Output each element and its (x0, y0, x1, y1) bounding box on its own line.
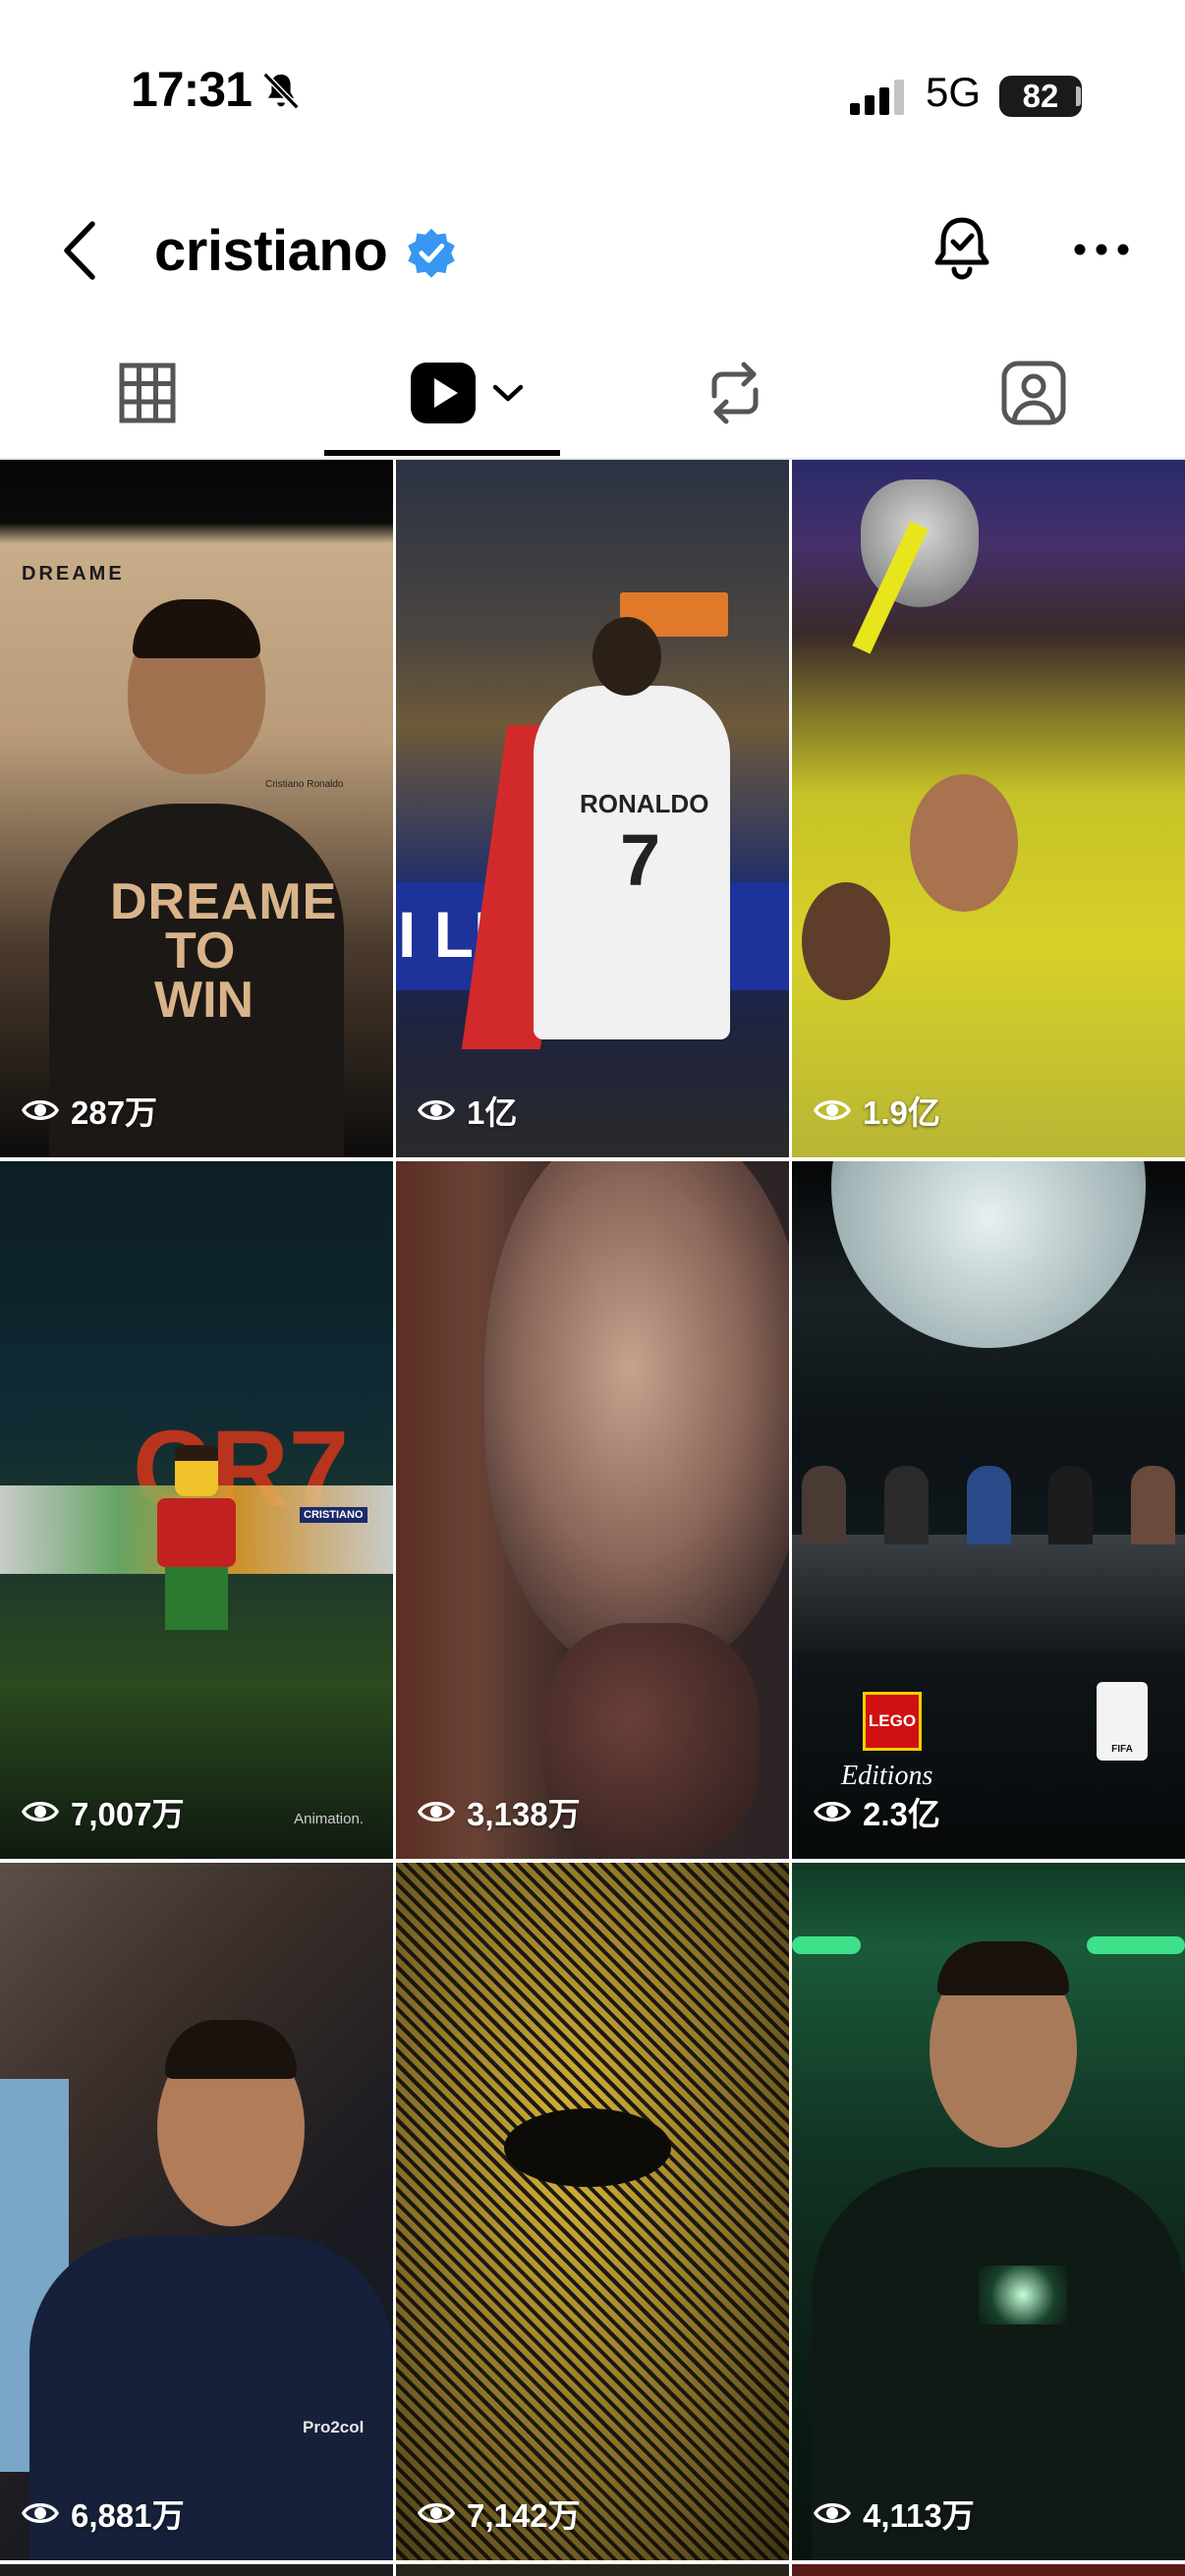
hair (937, 1941, 1069, 1995)
meeting-table (792, 1535, 1185, 1652)
glow (979, 2266, 1067, 2324)
profile-header: cristiano (0, 187, 1185, 314)
eye-icon (814, 2503, 851, 2523)
reels-icon (411, 363, 476, 423)
jersey-name: RONALDO (580, 789, 709, 818)
profile-tabs (0, 334, 1185, 460)
tab-grid[interactable] (108, 354, 187, 432)
eye-icon (814, 1100, 851, 1120)
view-count: 1.9亿 (814, 1087, 940, 1134)
view-count-label: 2.3亿 (863, 1796, 940, 1832)
view-count-label: 6,881万 (71, 2497, 185, 2534)
repost-icon (711, 362, 759, 424)
profile-username: cristiano (154, 219, 388, 283)
slogan-line-3: WIN (154, 972, 254, 1029)
lego-logo: LEGO (863, 1692, 922, 1751)
chevron-down-icon (492, 384, 524, 402)
bell-muted-icon (262, 72, 300, 110)
green-light-bar (792, 1936, 861, 1954)
view-count: 7,007万 (22, 1788, 185, 1835)
view-count-label: 7,007万 (71, 1796, 185, 1832)
status-time: 17:31 (131, 62, 253, 117)
brand-text: DREAME (22, 563, 125, 585)
view-count: 2.3亿 (814, 1788, 940, 1835)
eye-icon (22, 1802, 59, 1821)
view-count: 287万 (22, 1087, 157, 1134)
fifa-logo: FIFA (1097, 1682, 1148, 1761)
reels-grid: DREAME DREAME TO WIN Cristiano Ronaldo 2… (0, 460, 1185, 2576)
head (592, 617, 661, 696)
eye-icon (22, 2503, 59, 2523)
view-count: 7,142万 (418, 2490, 581, 2537)
people-row (802, 1466, 1175, 1544)
view-count-label: 4,113万 (863, 2497, 975, 2534)
view-count: 3,138万 (418, 1788, 581, 1835)
eye-icon (22, 1100, 59, 1120)
player-face (910, 774, 1018, 912)
grid-icon (119, 363, 176, 423)
lego-figure (157, 1445, 236, 1648)
dome-light (831, 1161, 1146, 1348)
reel-tile[interactable]: 4,113万 (792, 1863, 1185, 2560)
tab-reels[interactable] (403, 354, 531, 432)
notification-bell-icon[interactable] (931, 214, 992, 283)
reel-tile[interactable] (0, 2564, 393, 2576)
tab-tagged[interactable] (994, 354, 1073, 432)
network-type: 5G (926, 69, 982, 115)
fifa-logo-text: FIFA (1111, 1744, 1133, 1755)
reel-tile[interactable]: 1.9亿 (792, 460, 1185, 1157)
reel-tile[interactable]: LEGO Editions FIFA 2.3亿 (792, 1161, 1185, 1859)
reel-tile[interactable] (396, 2564, 789, 2576)
back-chevron-icon[interactable] (59, 218, 102, 283)
jersey-number: 7 (620, 819, 661, 901)
eye-icon (418, 1802, 455, 1821)
view-count: 6,881万 (22, 2490, 185, 2537)
reel-tile[interactable]: DREAME DREAME TO WIN Cristiano Ronaldo 2… (0, 460, 393, 1157)
tab-reposts[interactable] (696, 354, 774, 432)
eye-icon (418, 2503, 455, 2523)
view-count-label: 1.9亿 (863, 1094, 940, 1131)
face-closeup (484, 1161, 789, 1672)
verified-badge-icon (408, 228, 455, 278)
halftone-shade (396, 1863, 789, 2560)
view-count-label: 7,142万 (467, 2497, 581, 2534)
reel-tile[interactable]: I LEAG RONALDO 7 1亿 (396, 460, 789, 1157)
battery-cap (1076, 86, 1081, 106)
reel-tile[interactable]: Pro2col 6,881万 (0, 1863, 393, 2560)
battery-indicator: 82 (999, 76, 1082, 117)
view-count-label: 3,138万 (467, 1796, 581, 1832)
player-face (802, 882, 890, 1000)
reel-tile[interactable]: CR7 CRISTIANO Animation. 7,007万 (0, 1161, 393, 1859)
green-light-bar (1087, 1936, 1185, 1954)
view-count-label: 287万 (71, 1094, 158, 1131)
cellular-signal-icon (850, 80, 904, 115)
animation-credit: Animation. (294, 1811, 364, 1827)
eye-icon (814, 1802, 851, 1821)
status-bar: 17:31 5G 82 (0, 0, 1185, 187)
reel-tile[interactable] (792, 2564, 1185, 2576)
sign-text: CRISTIANO (300, 1507, 367, 1523)
tile-caption: Cristiano Ronaldo (265, 779, 344, 790)
view-count: 1亿 (418, 1087, 517, 1134)
view-count-label: 1亿 (467, 1094, 518, 1131)
shirt-logo: Pro2col (303, 2418, 365, 2436)
lego-logo-text: LEGO (868, 1711, 917, 1730)
reel-tile[interactable]: 7,142万 (396, 1863, 789, 2560)
eye-icon (418, 1100, 455, 1120)
hair (165, 2020, 297, 2079)
eye-shape (504, 2108, 671, 2187)
view-count: 4,113万 (814, 2490, 975, 2537)
selected-tab-indicator (324, 450, 560, 456)
reel-tile[interactable]: 3,138万 (396, 1161, 789, 1859)
battery-level: 82 (1022, 78, 1059, 114)
more-options-icon[interactable] (1073, 242, 1130, 257)
tagged-icon (1001, 361, 1066, 425)
